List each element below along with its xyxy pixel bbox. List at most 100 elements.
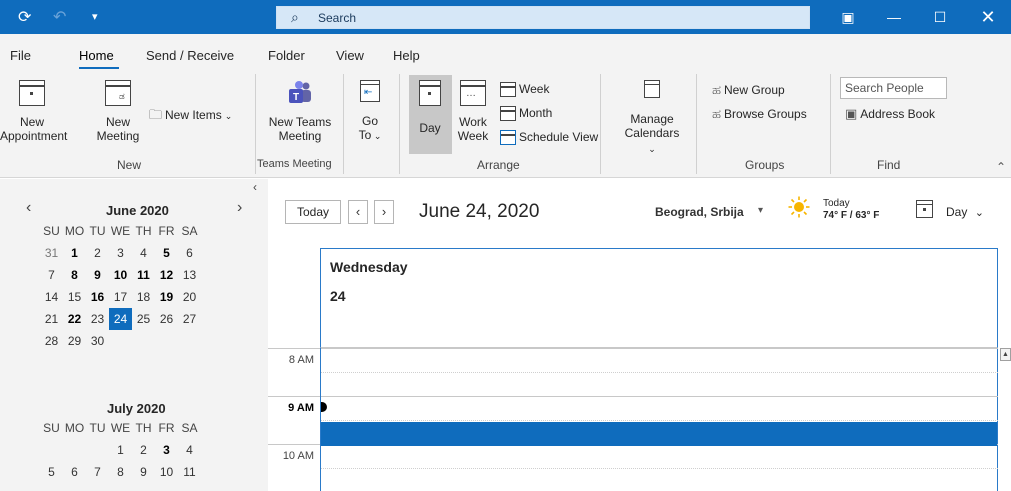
search-people-input[interactable]: Search People <box>840 77 947 99</box>
date-cell[interactable]: 10 <box>155 461 178 483</box>
date-cell[interactable]: 28 <box>40 330 63 352</box>
weekday-label: SA <box>181 224 198 238</box>
people-icon: ಹ <box>712 82 722 97</box>
weather-location[interactable]: Beograd, Srbija <box>655 205 744 219</box>
date-cell[interactable]: 9 <box>132 461 155 483</box>
date-cell[interactable]: 7 <box>40 264 63 286</box>
date-cell[interactable]: 2 <box>86 242 109 264</box>
group-label-find: Find <box>877 158 901 172</box>
location-dropdown-icon[interactable]: ▾ <box>758 205 763 216</box>
month-view-button[interactable]: Month <box>500 106 552 122</box>
date-cell[interactable]: 31 <box>40 242 63 264</box>
empty-date-cell <box>63 439 86 461</box>
group-separator <box>830 74 831 174</box>
date-cell[interactable]: 7 <box>86 461 109 483</box>
next-day-button[interactable]: › <box>374 200 394 224</box>
manage-calendars-button[interactable]: Manage Calendars ⌄ <box>620 80 684 156</box>
tab-view[interactable]: View <box>336 48 364 63</box>
schedule-view-label: Schedule View <box>519 130 599 144</box>
weekday-label: MO <box>64 224 85 238</box>
date-cell[interactable]: 2 <box>132 439 155 461</box>
collapse-nav-pane-icon[interactable]: ‹ <box>253 180 257 194</box>
new-items-button[interactable]: 🗀 New Items ⌄ <box>149 106 232 128</box>
close-icon[interactable]: ✕ <box>966 0 1010 34</box>
date-cell[interactable]: 8 <box>63 264 86 286</box>
address-book-label: Address Book <box>860 107 936 121</box>
view-calendar-icon[interactable] <box>916 200 933 218</box>
tab-send-receive[interactable]: Send / Receive <box>146 48 234 63</box>
date-cell[interactable]: 8 <box>109 461 132 483</box>
date-cell[interactable]: 15 <box>63 286 86 308</box>
date-cell[interactable]: 11 <box>178 461 201 483</box>
scroll-up-button[interactable]: ▲ <box>1000 348 1011 361</box>
day-label: Day <box>419 121 441 135</box>
mini-calendar-title: June 2020 <box>106 203 169 218</box>
day-time-grid[interactable] <box>320 348 998 491</box>
date-cell[interactable]: 6 <box>63 461 86 483</box>
date-cell[interactable]: 12 <box>155 264 178 286</box>
schedule-view-button[interactable]: Schedule View <box>500 130 599 146</box>
minimize-icon[interactable]: — <box>872 0 916 34</box>
date-cell[interactable]: 19 <box>155 286 178 308</box>
date-cell[interactable]: 18 <box>132 286 155 308</box>
date-cell[interactable]: 20 <box>178 286 201 308</box>
address-book-button[interactable]: ▣ Address Book <box>845 106 935 122</box>
tab-folder[interactable]: Folder <box>268 48 305 63</box>
new-group-button[interactable]: ಹ New Group <box>712 82 785 98</box>
day-column-header[interactable]: Wednesday 24 <box>320 248 998 348</box>
maximize-icon[interactable]: ☐ <box>918 0 962 34</box>
new-meeting-label-2: Meeting <box>96 129 140 143</box>
date-cell[interactable]: 27 <box>178 308 201 330</box>
tab-file[interactable]: File <box>10 48 31 63</box>
day-view-button[interactable]: Day <box>412 80 448 135</box>
new-meeting-button[interactable]: ಡ New Meeting <box>95 80 141 143</box>
time-label-8am: 8 AM <box>288 354 314 366</box>
date-cell[interactable]: 22 <box>63 308 86 330</box>
tab-help[interactable]: Help <box>393 48 420 63</box>
work-week-button[interactable]: … Work Week <box>456 80 490 143</box>
tab-home[interactable]: Home <box>79 48 114 63</box>
date-cell[interactable]: 5 <box>155 242 178 264</box>
new-teams-meeting-button[interactable]: T New Teams Meeting <box>262 80 338 143</box>
sync-icon[interactable]: ⟳ <box>18 7 31 27</box>
date-cell[interactable]: 23 <box>86 308 109 330</box>
date-cell[interactable]: 1 <box>63 242 86 264</box>
date-cell[interactable]: 24 <box>109 308 132 330</box>
date-cell[interactable]: 3 <box>155 439 178 461</box>
date-cell[interactable]: 14 <box>40 286 63 308</box>
date-cell[interactable]: 29 <box>63 330 86 352</box>
collapse-ribbon-icon[interactable]: ⌃ <box>996 160 1006 174</box>
go-to-button[interactable]: ⇤ Go To ⌄ <box>352 80 388 143</box>
selected-time-slot[interactable] <box>321 422 997 446</box>
date-cell[interactable]: 25 <box>132 308 155 330</box>
coming-soon-icon[interactable]: ▣ <box>826 0 870 34</box>
next-month-icon[interactable]: › <box>237 199 242 217</box>
customize-quick-access-icon[interactable]: ▾ <box>92 10 98 23</box>
date-cell[interactable]: 1 <box>109 439 132 461</box>
date-cell[interactable]: 5 <box>40 461 63 483</box>
date-cell[interactable]: 21 <box>40 308 63 330</box>
weather-temperatures: 74° F / 63° F <box>823 210 880 221</box>
date-cell[interactable]: 17 <box>109 286 132 308</box>
prev-month-icon[interactable]: ‹ <box>26 199 31 217</box>
search-input[interactable]: ⌕ Search <box>276 6 810 29</box>
new-appointment-button[interactable]: New Appointment <box>0 80 67 143</box>
date-cell[interactable]: 26 <box>155 308 178 330</box>
previous-day-button[interactable]: ‹ <box>348 200 368 224</box>
empty-date-cell <box>132 330 155 352</box>
undo-icon[interactable]: ↶ <box>53 7 66 27</box>
browse-groups-button[interactable]: ಹ Browse Groups <box>712 106 807 122</box>
date-cell[interactable]: 4 <box>132 242 155 264</box>
today-button[interactable]: Today <box>285 200 341 224</box>
week-view-button[interactable]: Week <box>500 82 549 98</box>
date-cell[interactable]: 4 <box>178 439 201 461</box>
date-cell[interactable]: 10 <box>109 264 132 286</box>
view-mode-dropdown[interactable]: Day ⌄ <box>946 205 984 219</box>
date-cell[interactable]: 16 <box>86 286 109 308</box>
date-cell[interactable]: 13 <box>178 264 201 286</box>
date-cell[interactable]: 3 <box>109 242 132 264</box>
date-cell[interactable]: 11 <box>132 264 155 286</box>
date-cell[interactable]: 9 <box>86 264 109 286</box>
date-cell[interactable]: 6 <box>178 242 201 264</box>
date-cell[interactable]: 30 <box>86 330 109 352</box>
